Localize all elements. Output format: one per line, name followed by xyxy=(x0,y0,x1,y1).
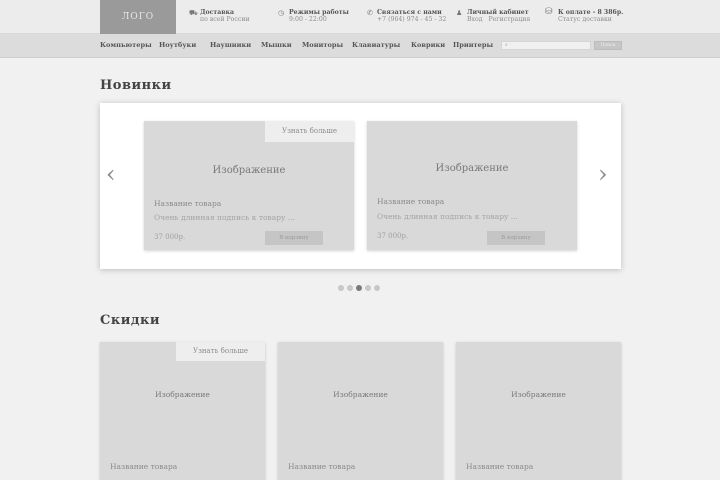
carousel-dot-active[interactable] xyxy=(356,285,362,291)
product-card[interactable]: Узнать больше Изображение Название товар… xyxy=(144,121,354,250)
product-image: Изображение xyxy=(333,390,388,399)
add-to-cart-button[interactable]: В корзину xyxy=(487,231,545,245)
nav-item-mousepads[interactable]: Коврики xyxy=(411,41,445,49)
login-link[interactable]: Вход xyxy=(467,16,483,23)
hours-sub: 9:00 - 22:00 xyxy=(289,16,327,23)
carousel-dot[interactable] xyxy=(374,285,380,291)
delivery-info[interactable]: Доставка по всей России xyxy=(200,9,250,23)
carousel-dot[interactable] xyxy=(338,285,344,291)
product-price: 37 000р. xyxy=(377,232,409,240)
user-icon: ♟ xyxy=(456,9,463,17)
top-header: ЛОГО ⛟ Доставка по всей России ◷ Режимы … xyxy=(0,0,720,34)
search-input[interactable]: ⌕ xyxy=(501,41,591,50)
hours-info: Режимы работы 9:00 - 22:00 xyxy=(289,9,349,23)
basket-icon[interactable]: ⛁ xyxy=(545,7,553,17)
nav-item-keyboards[interactable]: Клавиатуры xyxy=(352,41,400,49)
product-name: Название товара xyxy=(288,462,356,471)
learn-more-button[interactable]: Узнать больше xyxy=(176,342,265,361)
contact-info[interactable]: Связаться с нами +7 (964) 974 - 45 - 32 xyxy=(377,9,446,23)
account-info: Личный кабинет Вход Регистрация xyxy=(467,9,530,23)
delivery-title: Доставка xyxy=(200,9,235,16)
product-description: Очень длинная подпись к товару ... xyxy=(154,213,295,222)
nav-item-monitors[interactable]: Мониторы xyxy=(302,41,343,49)
logo-text: ЛОГО xyxy=(121,12,155,22)
search-icon: ⌕ xyxy=(505,42,508,48)
carousel-dot[interactable] xyxy=(347,285,353,291)
nav-item-headphones[interactable]: Наушники xyxy=(210,41,251,49)
search-button[interactable]: Поиск xyxy=(594,41,622,50)
product-description: Очень длинная подпись к товару ... xyxy=(377,212,518,221)
delivery-sub: по всей России xyxy=(200,16,250,23)
product-image: Изображение xyxy=(155,390,210,399)
add-to-cart-button[interactable]: В корзину xyxy=(265,231,323,245)
product-name: Название товара xyxy=(466,462,534,471)
carousel-pagination xyxy=(338,285,380,291)
phone-icon: ✆ xyxy=(367,9,373,17)
contact-title: Связаться с нами xyxy=(377,9,442,16)
cart-info[interactable]: К оплате - 8 386р. Статус доставки xyxy=(558,9,623,23)
delivery-status-link[interactable]: Статус доставки xyxy=(558,16,623,23)
product-name: Название товара xyxy=(110,462,178,471)
product-card[interactable]: Изображение Название товара Очень длинна… xyxy=(367,121,577,250)
nav-item-computers[interactable]: Компьютеры xyxy=(100,41,152,49)
new-section-title: Новинки xyxy=(100,78,172,93)
register-link[interactable]: Регистрация xyxy=(488,16,530,23)
account-title: Личный кабинет xyxy=(467,9,529,16)
carousel-dot[interactable] xyxy=(365,285,371,291)
product-name: Название товара xyxy=(377,197,445,206)
product-image: Изображение xyxy=(435,163,509,174)
nav-item-printers[interactable]: Принтеры xyxy=(453,41,493,49)
nav-item-laptops[interactable]: Ноутбуки xyxy=(159,41,196,49)
sale-product-card[interactable]: Изображение Название товара xyxy=(278,342,443,480)
hours-title: Режимы работы xyxy=(289,9,349,16)
sale-section-title: Скидки xyxy=(100,313,161,328)
contact-phone[interactable]: +7 (964) 974 - 45 - 32 xyxy=(377,16,446,23)
clock-icon: ◷ xyxy=(278,9,285,17)
sale-product-card[interactable]: Узнать больше Изображение Название товар… xyxy=(100,342,265,480)
product-price: 37 000р. xyxy=(154,233,186,241)
learn-more-button[interactable]: Узнать больше xyxy=(265,121,354,142)
chevron-left-icon[interactable]: ‹ xyxy=(106,160,116,188)
truck-icon: ⛟ xyxy=(189,9,198,17)
product-image: Изображение xyxy=(511,390,566,399)
product-name: Название товара xyxy=(154,199,222,208)
logo[interactable]: ЛОГО xyxy=(100,0,176,34)
product-image: Изображение xyxy=(212,165,286,176)
cart-total: К оплате - 8 386р. xyxy=(558,9,624,16)
nav-item-mice[interactable]: Мышки xyxy=(261,41,292,49)
sale-product-card[interactable]: Изображение Название товара xyxy=(456,342,621,480)
chevron-right-icon[interactable]: › xyxy=(598,160,608,188)
